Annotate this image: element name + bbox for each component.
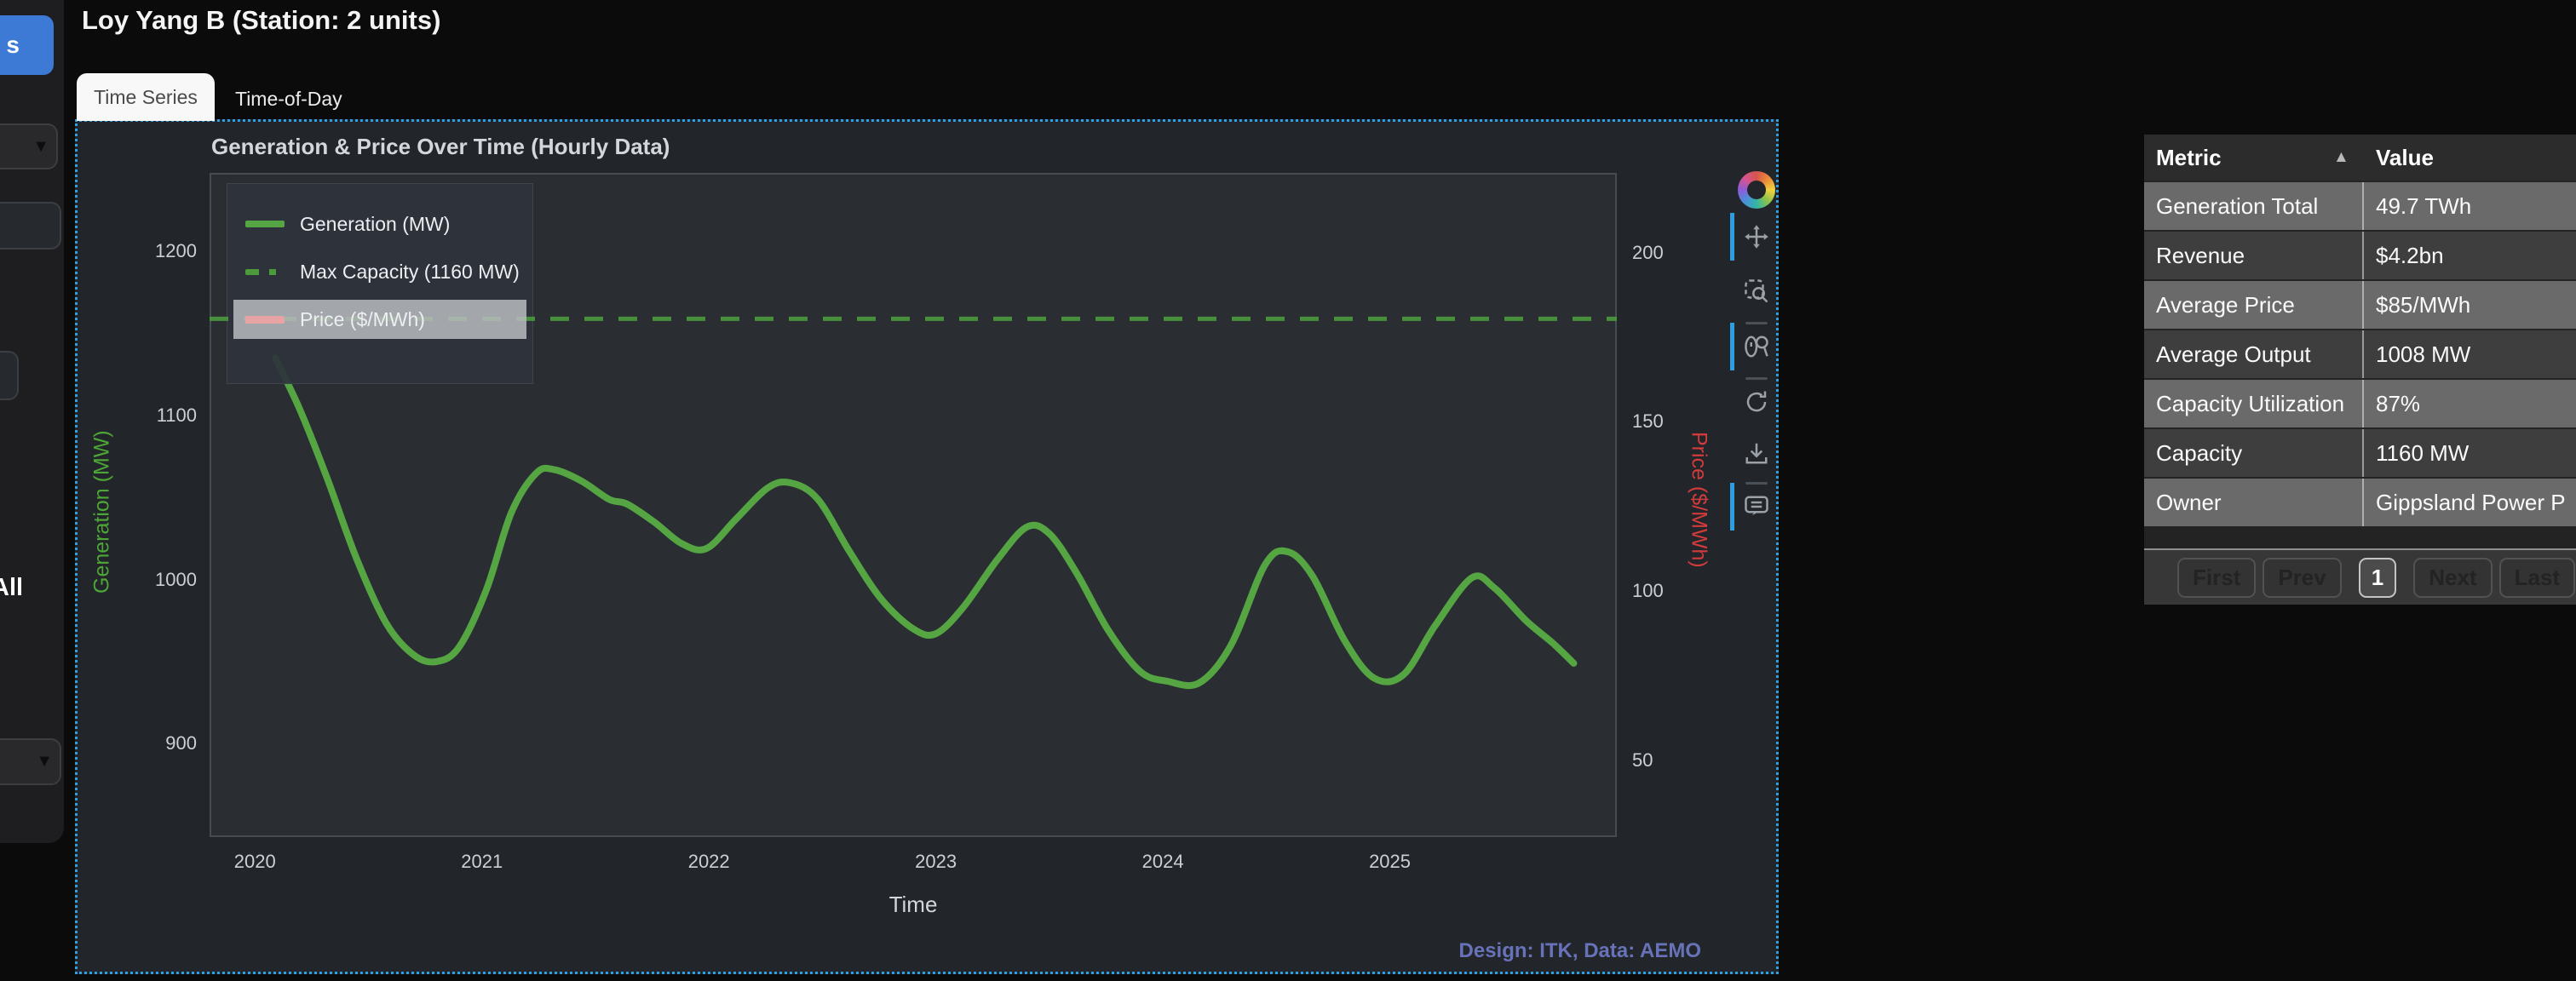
y-axis-tick-left: 1200	[155, 240, 197, 262]
metric-cell: Generation Total	[2144, 182, 2364, 230]
sidebar-box-1[interactable]	[0, 202, 61, 250]
hover-tool-icon[interactable]	[1730, 483, 1771, 531]
dashed-green-swatch-icon	[245, 268, 285, 275]
solid-pink-swatch-icon	[245, 315, 285, 324]
save-tool-icon[interactable]	[1742, 439, 1771, 468]
legend-label: Generation (MW)	[300, 212, 451, 235]
table-spacer	[2144, 526, 2576, 548]
legend-label: Max Capacity (1160 MW)	[300, 260, 520, 283]
reset-tool-icon[interactable]	[1742, 387, 1771, 416]
toolbar-separator	[1745, 482, 1768, 485]
value-cell: 1008 MW	[2376, 341, 2471, 367]
toolbar-separator	[1745, 377, 1768, 380]
sidebar-primary-button-label: s	[6, 32, 20, 58]
metric-cell: Capacity Utilization	[2144, 380, 2364, 427]
wheel-zoom-tool-icon[interactable]	[1730, 323, 1771, 370]
sidebar-box-2[interactable]	[0, 351, 19, 400]
legend-item-2[interactable]: Max Capacity (1160 MW)	[227, 248, 533, 295]
bokeh-logo-icon[interactable]	[1738, 171, 1775, 209]
value-cell: 87%	[2376, 390, 2421, 416]
table-row: Generation Total 49.7 TWh	[2144, 181, 2576, 230]
y-axis-tick-right: 100	[1632, 580, 1664, 602]
chart-card: Generation & Price Over Time (Hourly Dat…	[75, 119, 1779, 974]
legend-item-3[interactable]: Price ($/MWh)	[227, 295, 533, 343]
table-row: Average Output 1008 MW	[2144, 329, 2576, 378]
next-page-button[interactable]: Next	[2413, 557, 2493, 598]
sort-asc-icon[interactable]: ▲	[2333, 148, 2349, 167]
sidebar-select-1[interactable]: ▼	[0, 123, 58, 169]
bokeh-toolbar	[1730, 171, 1776, 531]
legend-item-1[interactable]: Generation (MW)	[227, 200, 533, 248]
table-row: Revenue $4.2bn	[2144, 230, 2576, 279]
x-axis-tick: 2023	[915, 851, 957, 872]
page-title: Loy Yang B (Station: 2 units)	[82, 5, 441, 35]
toolbar-separator	[1745, 322, 1768, 324]
table-body: Generation Total 49.7 TWh Revenue $4.2bn Ave…	[2144, 181, 2576, 526]
x-axis-label: Time	[888, 892, 938, 917]
value-cell: 49.7 TWh	[2376, 192, 2472, 219]
table-row: Capacity 1160 MW	[2144, 427, 2576, 477]
column-header-value[interactable]: Value	[2364, 145, 2434, 171]
value-cell: 1160 MW	[2376, 439, 2470, 466]
y-axis-tick-left: 1000	[155, 568, 197, 590]
x-axis-tick: 2025	[1369, 851, 1412, 872]
box-zoom-tool-icon[interactable]	[1742, 277, 1771, 306]
sidebar-select-2[interactable]: ▼	[0, 738, 61, 785]
x-axis-tick: 2021	[461, 851, 503, 872]
metric-cell: Average Price	[2144, 281, 2364, 329]
value-cell: Gippsland Power P	[2376, 489, 2566, 515]
metric-cell: Owner	[2144, 479, 2364, 526]
x-axis-tick: 2024	[1141, 851, 1184, 872]
table-header: Metric ▲ Value	[2144, 135, 2576, 181]
chart-caption: Design: ITK, Data: AEMO	[1458, 939, 1701, 962]
legend-label: Price ($/MWh)	[300, 307, 425, 330]
column-header-metric[interactable]: Metric	[2144, 145, 2364, 171]
legend: Generation (MW) Max Capacity (1160 MW) Pri…	[227, 183, 533, 384]
y-axis-tick-right: 50	[1632, 749, 1653, 772]
chart-title: Generation & Price Over Time (Hourly Dat…	[211, 134, 670, 159]
metric-cell: Revenue	[2144, 232, 2364, 279]
metric-cell: Capacity	[2144, 429, 2364, 477]
tab-time-series-label: Time Series	[94, 85, 198, 108]
prev-page-button[interactable]: Prev	[2263, 557, 2342, 598]
sidebar-primary-button[interactable]: s	[0, 15, 54, 75]
table-row: Owner Gippsland Power P	[2144, 477, 2576, 526]
tab-time-of-day[interactable]: Time-of-Day	[223, 78, 354, 119]
x-axis-tick: 2022	[687, 851, 730, 872]
y-axis-tick-left: 900	[165, 732, 197, 754]
sidebar-all-label: All	[0, 574, 24, 601]
app-root: s ▼ All ▼ Loy Yang B (Station: 2 units) …	[0, 0, 2576, 981]
table-row: Capacity Utilization 87%	[2144, 378, 2576, 427]
value-cell: $4.2bn	[2376, 242, 2444, 268]
tab-time-series[interactable]: Time Series	[77, 73, 215, 121]
value-cell: $85/MWh	[2376, 291, 2471, 318]
y-axis-tick-left: 1100	[156, 404, 197, 426]
chevron-down-icon: ▼	[36, 752, 53, 771]
y-axis-tick-right: 150	[1632, 410, 1664, 433]
pagination: First Prev 1 Next Last	[2144, 550, 2576, 605]
table-row: Average Price $85/MWh	[2144, 279, 2576, 329]
sidebar-panel: s ▼ All ▼	[0, 0, 64, 843]
first-page-button[interactable]: First	[2177, 557, 2257, 598]
tab-time-of-day-label: Time-of-Day	[235, 87, 342, 110]
x-axis-tick: 2020	[233, 851, 276, 872]
page-number-button[interactable]: 1	[2358, 557, 2397, 598]
pan-tool-icon[interactable]	[1730, 213, 1771, 261]
last-page-button[interactable]: Last	[2498, 557, 2576, 598]
y-axis-tick-right: 200	[1632, 241, 1664, 263]
metrics-table: Metric ▲ Value Generation Total 49.7 TWh R…	[2144, 135, 2576, 605]
chevron-down-icon: ▼	[32, 136, 49, 156]
solid-green-swatch-icon	[245, 221, 285, 227]
metric-cell: Average Output	[2144, 330, 2364, 378]
